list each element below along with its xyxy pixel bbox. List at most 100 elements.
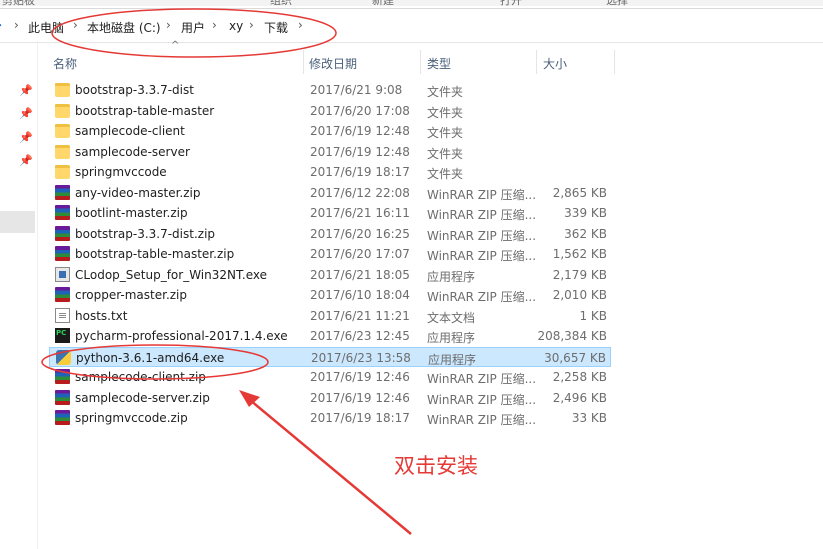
- file-row[interactable]: samplecode-server.zip 2017/6/19 12:46 WinR…: [49, 388, 611, 408]
- file-row[interactable]: pycharm-professional-2017.1.4.exe 2017/6/…: [49, 326, 611, 346]
- folder-icon: [55, 144, 70, 159]
- file-type: WinRAR ZIP 压缩...: [427, 392, 537, 407]
- column-divider[interactable]: [303, 50, 304, 74]
- file-size: 362 KB: [564, 226, 607, 241]
- file-size: 208,384 KB: [537, 329, 607, 343]
- breadcrumb-separator[interactable]: ›: [14, 18, 19, 32]
- file-date: 2017/6/12 22:08: [310, 185, 410, 200]
- file-name: samplecode-server.zip: [75, 390, 210, 405]
- file-date: 2017/6/21 9:08: [310, 83, 403, 97]
- file-date: 2017/6/19 12:48: [310, 124, 410, 138]
- folder-icon: [55, 103, 70, 118]
- file-date: 2017/6/20 17:07: [310, 247, 410, 261]
- column-header-date[interactable]: 修改日期: [309, 55, 357, 72]
- folder-icon: [55, 83, 70, 97]
- file-row[interactable]: bootstrap-table-master 2017/6/20 17:08 文件夹: [49, 101, 611, 121]
- column-header-name[interactable]: 名称: [53, 55, 77, 72]
- file-type: WinRAR ZIP 压缩...: [427, 187, 537, 202]
- breadcrumb-separator[interactable]: ›: [166, 18, 171, 32]
- file-row[interactable]: bootlint-master.zip 2017/6/21 16:11 WinRAR…: [49, 203, 611, 223]
- winrar-zip-icon: [55, 225, 70, 241]
- breadcrumb-downloads[interactable]: 下载: [264, 19, 288, 36]
- pin-icon[interactable]: 📌: [19, 107, 33, 120]
- file-date: 2017/6/19 18:17: [310, 165, 410, 179]
- file-name: CLodop_Setup_for_Win32NT.exe: [75, 267, 267, 282]
- breadcrumb-local-disk[interactable]: 本地磁盘 (C:): [87, 19, 161, 36]
- file-date: 2017/6/21 11:21: [310, 308, 410, 323]
- breadcrumb-users[interactable]: 用户: [181, 19, 205, 36]
- annotation-caption: 双击安装: [394, 454, 478, 478]
- file-date: 2017/6/10 18:04: [310, 288, 410, 302]
- file-type: WinRAR ZIP 压缩...: [427, 413, 537, 427]
- ribbon-group-clipboard: 剪贴板: [2, 0, 35, 7]
- file-size: 2,010 KB: [552, 288, 607, 302]
- file-type: 文件夹: [427, 126, 464, 140]
- file-type: 应用程序: [427, 269, 476, 284]
- file-row[interactable]: hosts.txt 2017/6/21 11:21 文本文档 1 KB: [49, 306, 611, 326]
- file-row[interactable]: samplecode-client.zip 2017/6/19 12:46 WinR…: [49, 367, 611, 387]
- column-divider[interactable]: [420, 50, 421, 74]
- ribbon-group-new: 新建: [372, 0, 394, 7]
- file-row[interactable]: samplecode-client 2017/6/19 12:48 文件夹: [49, 121, 611, 141]
- file-name: bootstrap-3.3.7-dist: [75, 83, 194, 97]
- file-size: 2,179 KB: [552, 267, 607, 282]
- ribbon-divider: [0, 8, 823, 9]
- text-file-icon: [55, 307, 70, 323]
- breadcrumb-separator[interactable]: ›: [212, 18, 217, 32]
- breadcrumb-separator[interactable]: ›: [73, 18, 78, 32]
- breadcrumb-xy[interactable]: xy: [229, 19, 243, 33]
- breadcrumb-end-separator[interactable]: ›: [298, 18, 303, 32]
- column-header-size[interactable]: 大小: [543, 55, 567, 72]
- file-date: 2017/6/19 12:48: [310, 144, 410, 159]
- column-header-type[interactable]: 类型: [427, 55, 451, 72]
- file-type: 文件夹: [427, 167, 464, 181]
- nav-selected-item[interactable]: [0, 211, 35, 233]
- file-date: 2017/6/19 12:46: [310, 370, 410, 384]
- breadcrumb-separator[interactable]: ›: [249, 18, 254, 32]
- file-row[interactable]: bootstrap-3.3.7-dist 2017/6/21 9:08 文件夹: [49, 80, 611, 100]
- winrar-zip-icon: [55, 369, 70, 384]
- file-row[interactable]: any-video-master.zip 2017/6/12 22:08 WinRA…: [49, 183, 611, 203]
- file-name: springmvccode: [75, 165, 167, 179]
- file-size: 2,258 KB: [552, 370, 607, 384]
- pycharm-icon: [55, 328, 70, 343]
- pin-icon[interactable]: 📌: [19, 154, 33, 167]
- file-row[interactable]: springmvccode.zip 2017/6/19 18:17 WinRAR Z…: [49, 408, 611, 428]
- file-type: 应用程序: [427, 331, 476, 345]
- winrar-zip-icon: [55, 205, 70, 220]
- pin-icon[interactable]: 📌: [19, 84, 33, 97]
- column-divider[interactable]: [536, 50, 537, 74]
- file-row[interactable]: bootstrap-table-master.zip 2017/6/20 17:0…: [49, 244, 611, 264]
- column-divider[interactable]: [614, 50, 615, 74]
- file-row[interactable]: springmvccode 2017/6/19 18:17 文件夹: [49, 162, 611, 182]
- file-size: 1 KB: [579, 308, 607, 323]
- file-name: cropper-master.zip: [75, 288, 188, 302]
- file-size: 2,865 KB: [552, 185, 607, 200]
- file-type: 文本文档: [427, 310, 476, 325]
- file-date: 2017/6/19 12:46: [310, 390, 410, 405]
- ribbon-group-labels: 剪贴板 组织 新建 打开 选择: [0, 0, 823, 7]
- file-row[interactable]: cropper-master.zip 2017/6/10 18:04 WinRAR …: [49, 285, 611, 305]
- file-row[interactable]: python-3.6.1-amd64.exe 2017/6/23 13:58 应用程…: [49, 346, 611, 367]
- file-size: 2,496 KB: [552, 390, 607, 405]
- file-name: any-video-master.zip: [75, 185, 201, 200]
- file-row[interactable]: CLodop_Setup_for_Win32NT.exe 2017/6/21 18…: [49, 265, 611, 285]
- column-header-row: 名称 修改日期 类型 大小: [49, 50, 615, 74]
- pin-icon[interactable]: 📌: [19, 131, 33, 144]
- file-type: 文件夹: [427, 85, 464, 99]
- file-row[interactable]: bootstrap-3.3.7-dist.zip 2017/6/20 16:25 W…: [49, 224, 611, 244]
- folder-icon: [55, 124, 70, 138]
- ribbon-group-select: 选择: [606, 0, 628, 7]
- python-installer-icon: [56, 349, 71, 365]
- file-name: samplecode-client.zip: [75, 370, 206, 384]
- navigation-pane[interactable]: 📌 📌 📌 📌: [0, 43, 38, 549]
- winrar-zip-icon: [55, 410, 70, 425]
- installer-icon: [55, 266, 70, 282]
- file-name: pycharm-professional-2017.1.4.exe: [75, 329, 288, 343]
- file-row[interactable]: samplecode-server 2017/6/19 12:48 文件夹: [49, 142, 611, 162]
- address-bar[interactable]: › › 此电脑 › 本地磁盘 (C:) › 用户 › xy › 下载 ›: [0, 12, 823, 43]
- file-name: python-3.6.1-amd64.exe: [76, 350, 225, 365]
- breadcrumb-this-pc[interactable]: 此电脑: [28, 19, 64, 36]
- ribbon-group-open: 打开: [500, 0, 522, 7]
- file-type: WinRAR ZIP 压缩...: [427, 228, 537, 243]
